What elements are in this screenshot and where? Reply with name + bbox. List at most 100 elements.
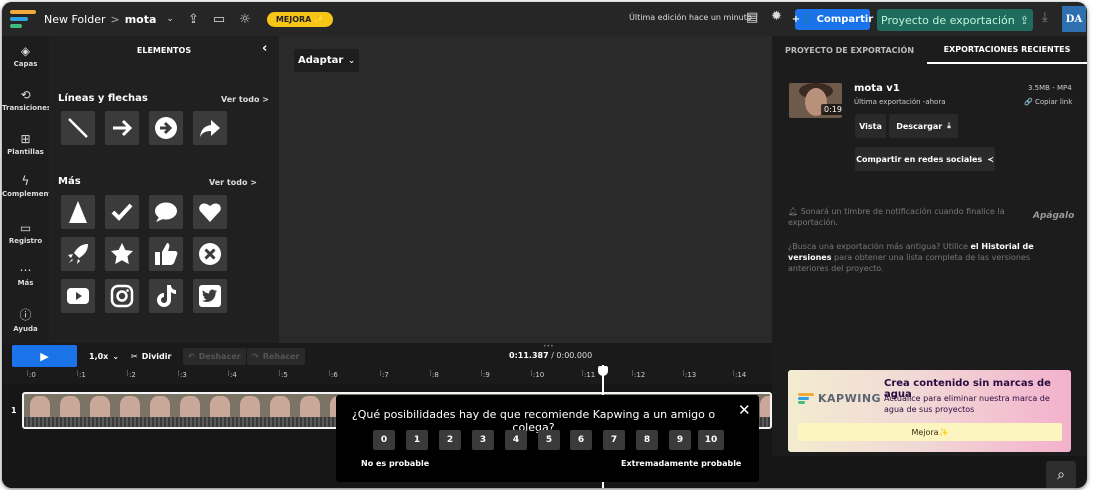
share-button[interactable]: +👤 Compartir bbox=[791, 9, 873, 30]
close-icon[interactable]: ✕ bbox=[738, 401, 751, 419]
play-icon: ▶ bbox=[40, 349, 49, 363]
score-button-2[interactable]: 2 bbox=[439, 430, 461, 450]
heart-icon bbox=[199, 203, 221, 222]
score-button-0[interactable]: 0 bbox=[373, 430, 395, 450]
instagram-element[interactable] bbox=[105, 279, 139, 313]
version-history-text: ¿Busca una exportación más antigua? Util… bbox=[788, 241, 1073, 274]
export-icon: ⇪ bbox=[1019, 13, 1029, 27]
heart-element[interactable] bbox=[193, 195, 227, 229]
ruler-tick: :10 bbox=[533, 371, 545, 379]
rocket-element[interactable] bbox=[61, 237, 95, 271]
lightbulb-icon[interactable]: ☼ bbox=[239, 12, 251, 27]
top-bar: New Folder > mota ⌄ ⇪ ▭ ☼ MEJORA ✨ Últim… bbox=[2, 2, 1087, 36]
score-button-4[interactable]: 4 bbox=[505, 430, 527, 450]
x-circle-element[interactable] bbox=[193, 237, 227, 271]
youtube-element[interactable] bbox=[61, 279, 95, 313]
share-social-button[interactable]: Compartir en redes sociales ≺ bbox=[855, 147, 995, 171]
avatar[interactable]: DA bbox=[1062, 6, 1086, 32]
score-button-5[interactable]: 5 bbox=[538, 430, 560, 450]
gear-icon[interactable]: ✹ bbox=[771, 9, 782, 24]
upgrade-button[interactable]: MEJORA ✨ bbox=[266, 11, 334, 27]
playhead-handle[interactable] bbox=[598, 366, 608, 376]
timeline-toolbar: ▶ 1,0x ⌄ ✂ Dividir ↶ Deshacer ↷ Rehacer … bbox=[2, 343, 772, 370]
ruler-tick: :7 bbox=[382, 371, 389, 379]
promo-upgrade-button[interactable]: Mejora ✨ bbox=[798, 423, 1062, 441]
tab-export-project[interactable]: PROYECTO DE EXPORTACIÓN bbox=[772, 36, 927, 64]
play-button[interactable]: ▶ bbox=[12, 345, 77, 367]
chevron-down-icon[interactable]: ⌄ bbox=[166, 14, 174, 24]
search-button[interactable]: ⌕ bbox=[1046, 461, 1076, 488]
split-label: Dividir bbox=[141, 352, 172, 361]
twitter-element[interactable] bbox=[193, 279, 227, 313]
survey-high-label: Extremadamente probable bbox=[621, 459, 742, 468]
triangle-element[interactable] bbox=[61, 195, 95, 229]
plugin-icon: ϟ bbox=[21, 174, 30, 188]
promo-button-label: Mejora bbox=[911, 427, 939, 437]
export-timestamp: Última exportación -ahora bbox=[854, 98, 946, 106]
arrow-right-element[interactable] bbox=[105, 111, 139, 145]
tiktok-element[interactable] bbox=[149, 279, 183, 313]
fit-label: Adaptar bbox=[298, 55, 344, 66]
sidebar-item-complemento[interactable]: ϟ Complemento bbox=[2, 174, 57, 198]
score-button-7[interactable]: 7 bbox=[603, 430, 625, 450]
transitions-icon: ⟲ bbox=[20, 88, 31, 102]
download-button[interactable]: Descargar ⤓ bbox=[889, 114, 958, 138]
sidebar-item-registro[interactable]: ▭ Registro bbox=[2, 221, 49, 245]
resize-grip-icon[interactable]: ••• bbox=[543, 343, 554, 350]
thumbs-up-element[interactable] bbox=[149, 237, 183, 271]
promo-text: Actualice para eliminar nuestra marca de… bbox=[884, 394, 1050, 414]
star-element[interactable] bbox=[105, 237, 139, 271]
copy-link-button[interactable]: 🔗 Copiar link bbox=[1024, 98, 1072, 106]
ruler-tick: :14 bbox=[735, 371, 747, 379]
arrow-share-element[interactable] bbox=[193, 111, 227, 145]
subtitles-icon[interactable]: ▭ bbox=[213, 12, 225, 27]
tab-recent-exports[interactable]: EXPORTACIONES RECIENTES bbox=[927, 36, 1087, 64]
video-meta: 3.5MB - MP4 bbox=[1028, 84, 1072, 92]
undo-button[interactable]: ↶ Deshacer bbox=[183, 348, 246, 365]
chevron-left-icon[interactable]: ‹ bbox=[262, 41, 267, 56]
score-button-3[interactable]: 3 bbox=[472, 430, 494, 450]
kapwing-logo-icon[interactable] bbox=[10, 9, 38, 29]
view-all-lines-link[interactable]: Ver todo > bbox=[221, 95, 269, 104]
sidebar-item-ayuda[interactable]: ⓘ Ayuda bbox=[2, 306, 49, 333]
sidebar-item-label: Transiciones bbox=[2, 104, 51, 112]
score-button-8[interactable]: 8 bbox=[636, 430, 658, 450]
section-title-more: Más bbox=[58, 176, 81, 187]
ruler-tick: :2 bbox=[129, 371, 136, 379]
arrow-circle-element[interactable] bbox=[149, 111, 183, 145]
add-user-icon: +👤 bbox=[791, 14, 813, 25]
speech-bubble-element[interactable] bbox=[149, 195, 183, 229]
folder-breadcrumb[interactable]: New Folder bbox=[44, 13, 105, 26]
project-name[interactable]: mota bbox=[125, 13, 157, 26]
upload-icon[interactable]: ⇪ bbox=[188, 12, 199, 27]
mute-notification-button[interactable]: Apágalo bbox=[1033, 211, 1074, 221]
comment-icon[interactable]: ▤ bbox=[746, 10, 758, 25]
ruler-tick: :6 bbox=[331, 371, 338, 379]
line-icon bbox=[68, 118, 88, 138]
score-button-9[interactable]: 9 bbox=[669, 430, 691, 450]
notification-text: 🔔︎ Sonará un timbre de notificación cuan… bbox=[788, 206, 1038, 228]
split-button[interactable]: ✂ Dividir bbox=[126, 348, 176, 365]
scissors-icon: ✂ bbox=[131, 352, 138, 361]
export-project-button[interactable]: Proyecto de exportación ⇪ bbox=[877, 9, 1033, 31]
download-icon[interactable]: ⤓ bbox=[1042, 10, 1048, 25]
sidebar-item-transiciones[interactable]: ⟲ Transiciones bbox=[2, 88, 51, 112]
view-all-more-link[interactable]: Ver todo > bbox=[209, 178, 257, 187]
timeline-ruler[interactable]: :0 :1 :2 :3 :4 :5 :6 :7 :8 :9 :10 :11 :1… bbox=[2, 370, 772, 384]
view-button[interactable]: Vista bbox=[855, 114, 886, 138]
redo-button[interactable]: ↷ Rehacer bbox=[247, 348, 305, 365]
score-button-1[interactable]: 1 bbox=[406, 430, 428, 450]
checkmark-element[interactable] bbox=[105, 195, 139, 229]
score-button-10[interactable]: 10 bbox=[698, 430, 724, 450]
sidebar-item-plantillas[interactable]: ⊞ Plantillas bbox=[2, 132, 49, 156]
video-thumbnail[interactable]: 0:19 bbox=[789, 83, 842, 118]
line-element[interactable] bbox=[61, 111, 95, 145]
canvas-area[interactable]: Adaptar ⌄ bbox=[279, 36, 772, 343]
sidebar-item-mas[interactable]: ⋯ Más bbox=[2, 263, 49, 287]
score-button-6[interactable]: 6 bbox=[570, 430, 592, 450]
fit-dropdown[interactable]: Adaptar ⌄ bbox=[294, 49, 359, 72]
sidebar-item-capas[interactable]: ◈ Capas bbox=[2, 44, 49, 68]
speed-dropdown[interactable]: 1,0x ⌄ bbox=[84, 348, 124, 365]
ruler-tick: :3 bbox=[180, 371, 187, 379]
speed-label: 1,0x bbox=[89, 352, 109, 361]
